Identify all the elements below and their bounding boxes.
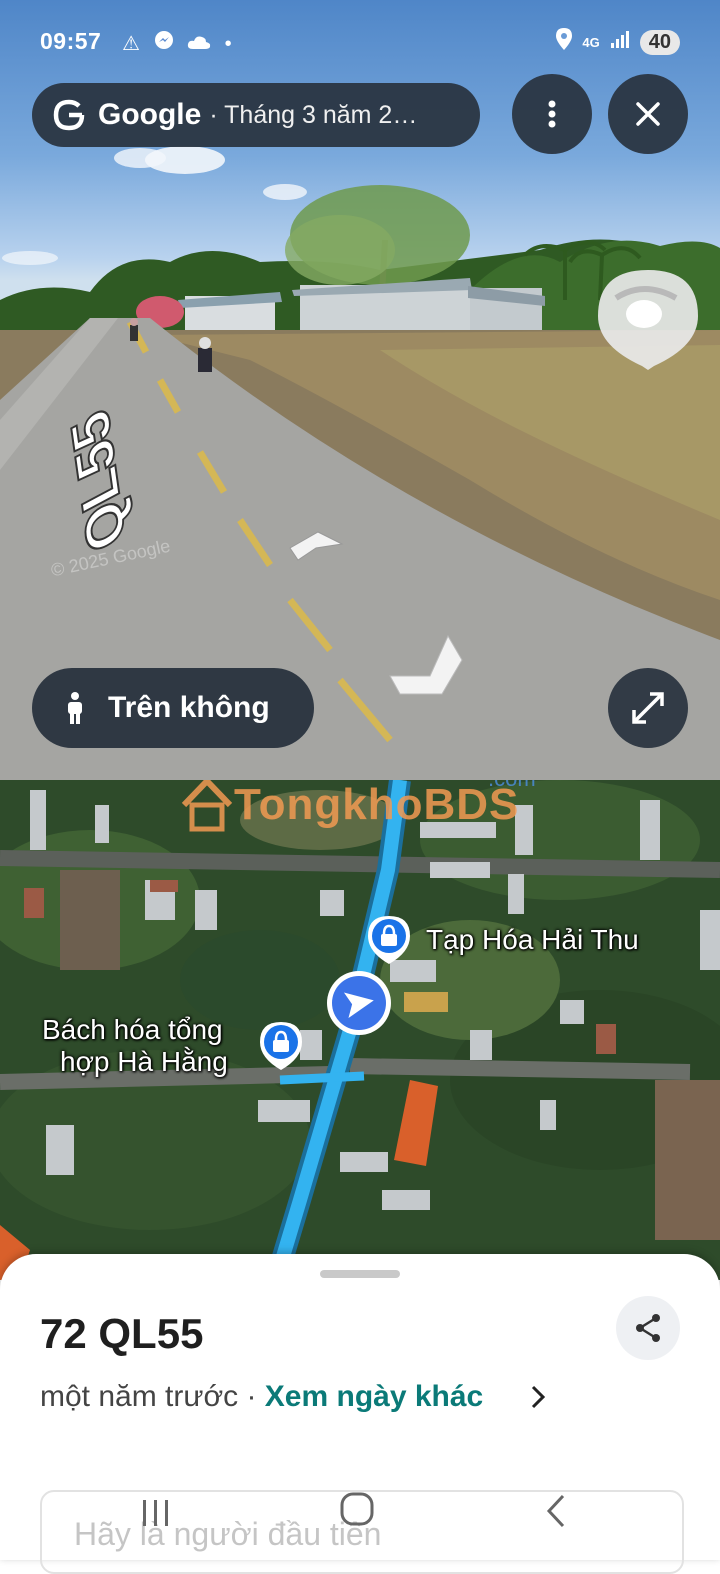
signal-icon xyxy=(610,29,630,55)
capture-date: · Tháng 3 năm 2… xyxy=(209,100,418,129)
watermark-suffix: .com xyxy=(488,780,536,792)
street-view-panorama[interactable]: QL55 © 2025 Google 09:57 ⚠ • 4G 40 Googl… xyxy=(0,0,720,780)
shopping-pin-icon[interactable] xyxy=(258,1020,304,1072)
aerial-view-button[interactable]: Trên không xyxy=(32,668,314,748)
place-bottom-sheet[interactable]: 72 QL55 một năm trước · Xem ngày khác Hã… xyxy=(0,1254,720,1574)
system-navigation-bar xyxy=(0,1472,720,1560)
separator: · xyxy=(238,1380,265,1413)
status-notification-icons: ⚠ • xyxy=(122,30,240,56)
street-view-title-pill[interactable]: Google · Tháng 3 năm 2… xyxy=(32,83,480,147)
poi-label-line1: Bách hóa tổng xyxy=(42,1014,223,1045)
close-button[interactable] xyxy=(608,74,688,154)
network-type: 4G xyxy=(582,34,600,50)
place-title: 72 QL55 xyxy=(40,1310,204,1357)
location-icon xyxy=(556,28,573,56)
warning-icon: ⚠ xyxy=(122,33,140,55)
watermark-text: TongkhoBDS xyxy=(234,780,520,829)
share-icon xyxy=(636,1314,660,1342)
back-icon[interactable] xyxy=(546,1494,566,1528)
messenger-icon xyxy=(154,31,180,55)
watermark-house-icon xyxy=(181,780,233,832)
aerial-view-label: Trên không xyxy=(108,691,270,724)
more-options-button[interactable] xyxy=(512,74,592,154)
brand-label: Google xyxy=(98,98,202,131)
capture-info-line: một năm trước · Xem ngày khác xyxy=(40,1380,483,1414)
home-icon[interactable] xyxy=(340,1492,374,1526)
battery-indicator: 40 xyxy=(639,29,680,55)
expand-button[interactable] xyxy=(608,668,688,748)
pegman-icon xyxy=(68,692,82,724)
expand-icon xyxy=(632,692,664,724)
poi-label-line2: hợp Hà Hằng xyxy=(60,1046,228,1077)
chevron-right-icon[interactable] xyxy=(530,1384,546,1410)
status-bar: 09:57 ⚠ • 4G 40 xyxy=(0,0,720,84)
share-button[interactable] xyxy=(616,1296,680,1360)
other-dates-link[interactable]: Xem ngày khác xyxy=(265,1380,483,1413)
more-vert-icon xyxy=(548,100,556,128)
status-time: 09:57 xyxy=(40,28,102,54)
status-right-icons: 4G 40 xyxy=(556,28,680,56)
poi-label-tap-hoa[interactable]: Tạp Hóa Hải Thu xyxy=(426,924,639,956)
watermark-logo: TongkhoBDS .com xyxy=(180,780,536,840)
current-location-arrow-icon[interactable] xyxy=(326,970,392,1036)
satellite-map[interactable]: TongkhoBDS .com Tạp Hóa Hải Thu Bách hóa… xyxy=(0,780,720,1280)
time-ago-label: một năm trước xyxy=(40,1380,239,1413)
cloud-icon xyxy=(187,33,217,55)
orientation-compass-icon[interactable] xyxy=(596,268,700,372)
poi-label-bach-hoa[interactable]: Bách hóa tổng hợp Hà Hằng xyxy=(42,1014,228,1078)
sheet-drag-handle[interactable] xyxy=(320,1270,400,1278)
dot-icon: • xyxy=(224,33,232,55)
recent-apps-icon[interactable] xyxy=(140,1498,172,1528)
shopping-pin-icon[interactable] xyxy=(366,914,412,966)
google-g-icon xyxy=(53,99,85,131)
close-icon xyxy=(636,102,660,126)
